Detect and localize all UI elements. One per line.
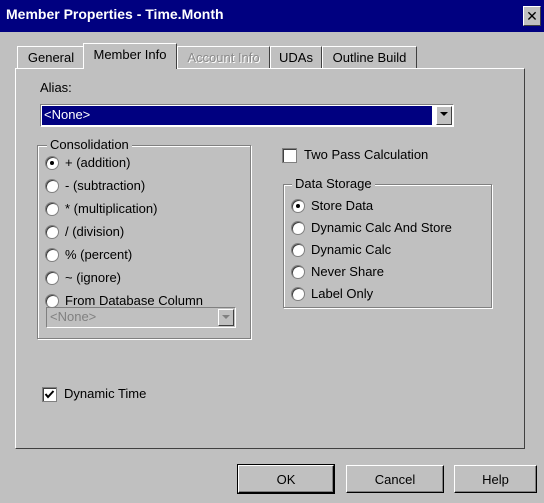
radio-label-ignore: ~ (ignore) (65, 270, 121, 285)
column-select-value: <None> (50, 309, 97, 324)
tab-member-info[interactable]: Member Info (83, 43, 177, 69)
two-pass-checkbox[interactable] (282, 148, 297, 163)
alias-select[interactable]: <None> (40, 104, 454, 127)
dropdown-button (218, 309, 234, 326)
radio-label-addition: + (addition) (65, 155, 131, 170)
radio-dynamic-calc[interactable] (291, 243, 305, 257)
tab-label: Outline Build (332, 50, 407, 65)
check-icon (44, 390, 55, 399)
radio-label-subtraction: - (subtraction) (65, 178, 146, 193)
tab-account-info: Account Info (177, 46, 270, 69)
dynamic-time-checkbox[interactable] (42, 387, 57, 402)
radio-label-from-database-column: From Database Column (65, 293, 203, 308)
radio-division[interactable] (45, 225, 59, 239)
ok-button[interactable]: OK (237, 464, 335, 494)
radio-label-never-share: Never Share (311, 264, 384, 279)
radio-label-division: / (division) (65, 224, 125, 239)
radio-from-database-column[interactable] (45, 294, 59, 308)
tab-label: UDAs (279, 50, 313, 65)
alias-value: <None> (42, 106, 432, 125)
tab-label: Account Info (187, 50, 260, 65)
tab-label: General (27, 50, 75, 65)
radio-label-dynamic-calc: Dynamic Calc (311, 242, 392, 257)
dropdown-button[interactable] (436, 106, 452, 125)
tab-udas[interactable]: UDAs (270, 46, 322, 69)
close-button[interactable]: ✕ (523, 6, 541, 26)
radio-multiplication[interactable] (45, 202, 59, 216)
radio-subtraction[interactable] (45, 179, 59, 193)
radio-dot (50, 161, 54, 165)
radio-addition[interactable] (45, 156, 59, 170)
radio-ignore[interactable] (45, 271, 59, 285)
radio-label-dynamic-calc-and-store: Dynamic Calc And Store (311, 220, 452, 235)
chevron-down-icon (440, 112, 448, 116)
title-bar: Member Properties - Time.Month ✕ (0, 0, 544, 32)
radio-label-label-only: Label Only (311, 286, 374, 301)
radio-label-only[interactable] (291, 287, 305, 301)
tab-general[interactable]: General (17, 46, 85, 69)
chevron-down-icon (222, 315, 230, 319)
tab-label: Member Info (93, 47, 167, 62)
alias-label: Alias: (40, 80, 72, 95)
window-title: Member Properties - Time.Month (6, 6, 224, 22)
radio-never-share[interactable] (291, 265, 305, 279)
column-select: <None> (46, 307, 236, 328)
dynamic-time-label: Dynamic Time (64, 386, 147, 401)
consolidation-legend: Consolidation (47, 137, 132, 152)
radio-dot (296, 204, 300, 208)
two-pass-label: Two Pass Calculation (304, 147, 429, 162)
radio-label-multiplication: * (multiplication) (65, 201, 158, 216)
radio-label-percent: % (percent) (65, 247, 133, 262)
help-button[interactable]: Help (454, 465, 537, 493)
data-storage-legend: Data Storage (292, 176, 375, 191)
radio-percent[interactable] (45, 248, 59, 262)
close-icon: ✕ (526, 8, 538, 24)
radio-store-data[interactable] (291, 199, 305, 213)
radio-dynamic-calc-and-store[interactable] (291, 221, 305, 235)
radio-label-store-data: Store Data (311, 198, 374, 213)
tab-outline-build[interactable]: Outline Build (322, 46, 417, 69)
cancel-button[interactable]: Cancel (346, 465, 444, 493)
